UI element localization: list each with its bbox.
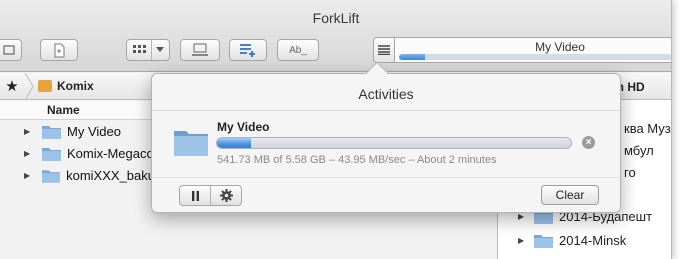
activity-display-title: My Video xyxy=(535,40,585,54)
gear-icon xyxy=(219,189,233,202)
clear-button[interactable]: Clear xyxy=(541,185,599,205)
chevron-down-icon xyxy=(155,47,164,52)
path-separator xyxy=(24,72,34,100)
toolbar-button-rename[interactable]: Ab_ xyxy=(277,39,319,61)
folder-icon xyxy=(534,234,553,248)
toolbar-button-queue[interactable] xyxy=(229,39,267,61)
breadcrumb-current[interactable]: Komix xyxy=(57,79,94,93)
activity-display[interactable]: My Video xyxy=(395,37,671,63)
activity-display-progress xyxy=(399,54,671,60)
pane-icon xyxy=(3,45,15,55)
activity-progress-bar xyxy=(216,137,572,149)
divider xyxy=(152,177,620,178)
home-folder-icon xyxy=(38,80,52,92)
disclosure-triangle-icon[interactable]: ▶ xyxy=(518,236,524,245)
file-name: komiXXX_baku xyxy=(66,167,155,183)
left-path-bar: ★ Komix xyxy=(0,72,155,100)
computer-icon xyxy=(192,43,208,56)
activity-display-progress-fill xyxy=(399,54,426,60)
window-title: ForkLift xyxy=(312,10,360,26)
popover-title: Activities xyxy=(358,86,414,102)
activity-status: 541.73 MB of 5.58 GB – 43.95 MB/sec – Ab… xyxy=(217,154,497,166)
favorites-star-icon[interactable]: ★ xyxy=(0,77,24,95)
list-item[interactable]: ▶ 2014-Minsk xyxy=(498,229,671,251)
list-item[interactable]: ▶ My Video xyxy=(0,120,155,142)
copy-document-icon xyxy=(54,43,65,57)
activities-toggle-button[interactable] xyxy=(373,37,395,63)
cancel-activity-icon[interactable]: × xyxy=(582,136,595,149)
divider xyxy=(150,40,152,60)
toolbar-button-connect[interactable] xyxy=(180,39,220,61)
list-item[interactable]: ▶ komiXXX_baku xyxy=(0,164,155,186)
folder-icon xyxy=(42,125,61,139)
activities-popover: Activities My Video × 541.73 MB of 5.58 … xyxy=(151,61,621,213)
divider xyxy=(152,110,620,111)
folder-icon xyxy=(174,131,208,156)
disclosure-triangle-icon[interactable]: ▶ xyxy=(24,171,30,180)
forklift-window: ForkLift Ab_ My Video ★ Komix Name ▶ My … xyxy=(0,0,672,259)
file-name: мбул xyxy=(624,142,654,158)
disclosure-triangle-icon[interactable]: ▶ xyxy=(24,149,30,158)
activity-item-name: My Video xyxy=(217,120,270,134)
file-name: 2014-Minsk xyxy=(559,232,627,248)
rename-label: Ab_ xyxy=(289,44,307,56)
activity-progress-fill xyxy=(217,138,252,148)
file-name: Komix-Megaco xyxy=(67,145,154,161)
pause-icon xyxy=(191,190,199,201)
settings-button[interactable] xyxy=(210,186,241,205)
column-header-name[interactable]: Name xyxy=(0,101,155,120)
list-item[interactable]: ▶ Komix-Megaco xyxy=(0,142,155,164)
file-name: My Video xyxy=(67,123,121,139)
list-icon xyxy=(378,45,390,55)
activity-controls xyxy=(179,185,242,206)
toolbar-button-copy[interactable] xyxy=(40,39,78,61)
add-to-queue-icon xyxy=(240,44,255,57)
file-name: го xyxy=(624,164,636,180)
toolbar-view-mode-button[interactable] xyxy=(126,39,170,61)
pause-button[interactable] xyxy=(180,186,210,205)
titlebar: ForkLift Ab_ My Video xyxy=(0,0,671,72)
toolbar-button-back[interactable] xyxy=(0,39,22,61)
folder-icon xyxy=(42,147,61,161)
file-name: ква Муз xyxy=(624,120,671,136)
folder-icon xyxy=(42,169,61,183)
disclosure-triangle-icon[interactable]: ▶ xyxy=(24,127,30,136)
grid-view-icon xyxy=(132,44,146,53)
